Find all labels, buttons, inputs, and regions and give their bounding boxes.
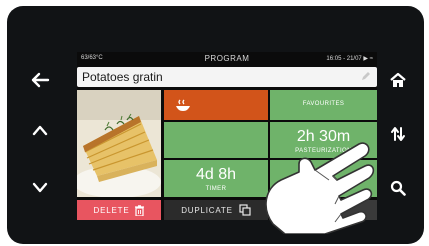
- trash-icon: [135, 204, 145, 216]
- datetime-readout: 16:05 - 21/07 ▶ ≈: [326, 56, 373, 62]
- duplicate-button[interactable]: DUPLICATE: [164, 200, 268, 220]
- sort-arrows-icon: [391, 127, 405, 141]
- favourites-label: FAVOURITES: [302, 101, 345, 107]
- touch-screen: 63/63°C PROGRAM 16:05 - 21/07 ▶ ≈ Potato…: [77, 52, 377, 234]
- hop-label: HOP: [316, 186, 331, 192]
- start-label: START: [301, 205, 331, 215]
- hop-value: 02: [314, 166, 333, 183]
- favourites-tile[interactable]: FAVOURITES: [270, 90, 377, 120]
- timer-value: 4d 8h: [195, 166, 237, 183]
- timer-label: TIMER: [205, 186, 227, 192]
- steam-bowl-icon: [176, 99, 190, 111]
- pasteurization-value: 2h 30m: [296, 128, 351, 145]
- cooking-mode-tile[interactable]: [164, 90, 268, 120]
- search-button[interactable]: [384, 174, 412, 202]
- duplicate-label: DUPLICATE: [181, 205, 233, 215]
- copy-icon: [239, 204, 251, 216]
- status-bar: 63/63°C PROGRAM 16:05 - 21/07 ▶ ≈: [77, 52, 377, 66]
- scroll-down-button[interactable]: [26, 174, 54, 202]
- program-name: Potatoes gratin: [82, 70, 163, 84]
- home-icon: [390, 72, 406, 87]
- delete-button[interactable]: DELETE: [77, 200, 161, 220]
- chevron-up-icon: [32, 125, 48, 136]
- arrow-left-icon: [31, 72, 50, 88]
- program-photo: [77, 90, 161, 197]
- delete-label: DELETE: [93, 205, 130, 215]
- chevron-down-icon: [32, 182, 48, 193]
- back-arrow-button[interactable]: [26, 66, 54, 94]
- timer-tile[interactable]: 4d 8h TIMER: [164, 160, 268, 197]
- home-button[interactable]: [384, 66, 412, 94]
- pencil-icon[interactable]: [361, 71, 371, 81]
- potatoes-gratin-image: [77, 90, 161, 197]
- screenshot-frame: 63/63°C PROGRAM 16:05 - 21/07 ▶ ≈ Potato…: [0, 0, 429, 246]
- scroll-up-button[interactable]: [26, 116, 54, 144]
- pasteurization-label: PASTEURIZATION: [295, 148, 352, 154]
- pasteurization-tile[interactable]: 2h 30m PASTEURIZATION: [270, 122, 377, 158]
- start-button[interactable]: START: [270, 200, 377, 220]
- search-icon: [390, 180, 406, 196]
- cooking-step-tile[interactable]: [164, 122, 268, 158]
- sort-button[interactable]: [384, 120, 412, 148]
- play-icon: [337, 205, 346, 215]
- hop-tile[interactable]: 02 HOP: [270, 160, 377, 197]
- program-name-field[interactable]: Potatoes gratin: [77, 67, 377, 87]
- oven-control-panel: 63/63°C PROGRAM 16:05 - 21/07 ▶ ≈ Potato…: [7, 6, 424, 244]
